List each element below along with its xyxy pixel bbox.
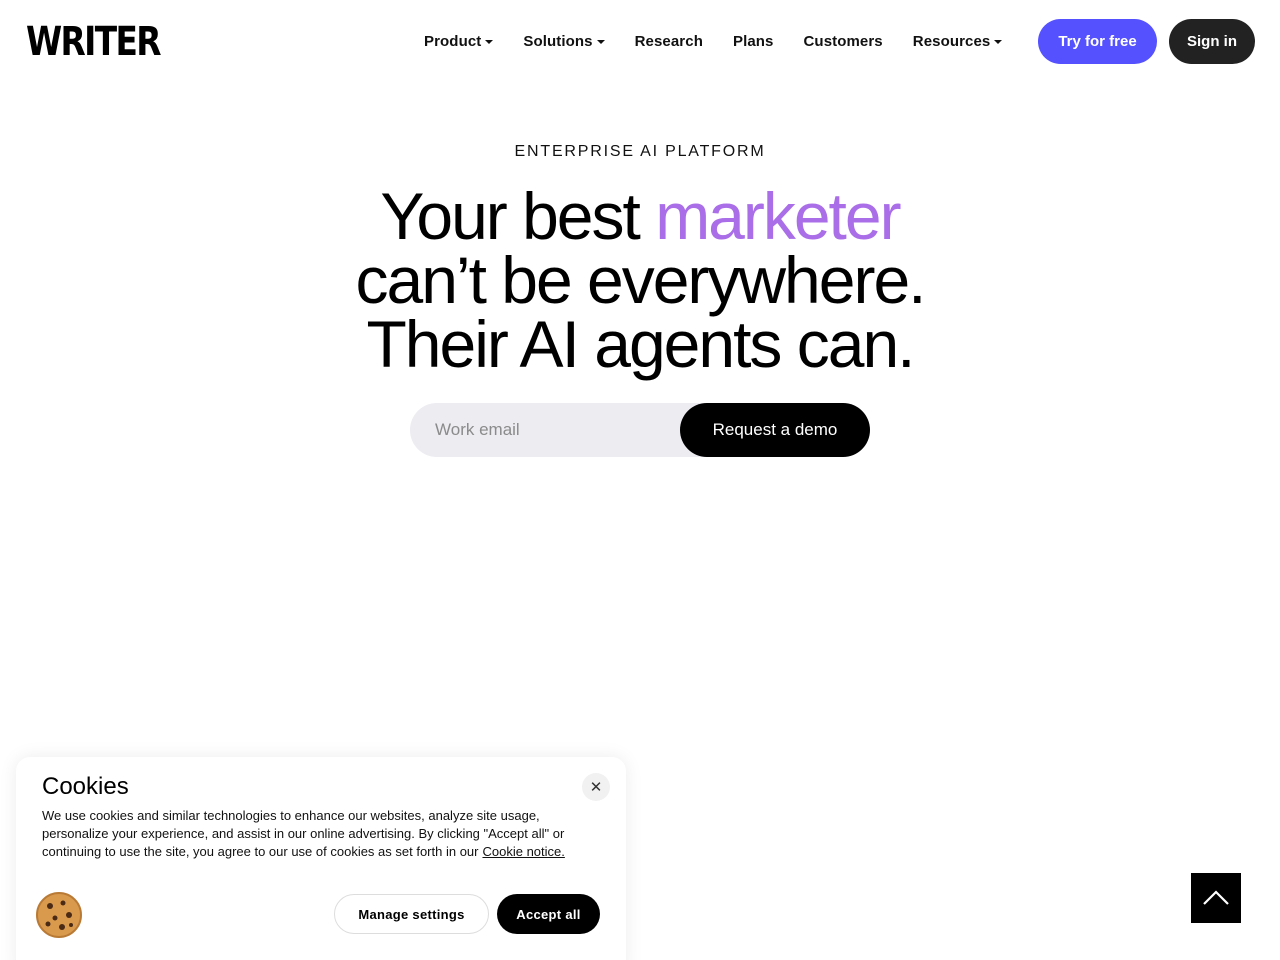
- manage-settings-button[interactable]: Manage settings: [334, 894, 489, 934]
- accept-all-button[interactable]: Accept all: [497, 894, 600, 934]
- main-nav: Product Solutions Research Plans Custome…: [424, 30, 1032, 52]
- nav-plans-label: Plans: [732, 32, 774, 50]
- headline-line1: Your best marketer: [380, 179, 901, 253]
- hero-headline: Your best marketer can’t be everywhere. …: [0, 183, 1280, 377]
- close-icon[interactable]: ✕: [582, 773, 610, 801]
- headline-line3: Their AI agents can.: [366, 307, 915, 381]
- cookie-banner: Cookies ✕ We use cookies and similar tec…: [16, 757, 626, 960]
- caret-down-icon: [596, 40, 605, 44]
- demo-request-form: Request a demo: [410, 403, 870, 457]
- headline-accent-word: marketer: [655, 179, 901, 253]
- nav-customers-label: Customers: [803, 32, 883, 50]
- sign-in-button[interactable]: Sign in: [1169, 19, 1255, 64]
- cookie-body: We use cookies and similar technologies …: [42, 807, 572, 861]
- cookie-title: Cookies: [42, 773, 129, 800]
- hero-eyebrow: ENTERPRISE AI PLATFORM: [514, 143, 766, 160]
- cookie-notice-link[interactable]: Cookie notice.: [482, 844, 564, 859]
- cookie-icon: [36, 892, 82, 938]
- nav-research[interactable]: Research: [635, 30, 703, 52]
- nav-solutions[interactable]: Solutions: [523, 30, 605, 52]
- nav-resources-label: Resources: [912, 32, 991, 50]
- caret-down-icon: [485, 40, 494, 44]
- scroll-to-top-button[interactable]: [1191, 873, 1241, 923]
- nav-product[interactable]: Product: [424, 30, 494, 52]
- nav-resources[interactable]: Resources: [913, 30, 1003, 52]
- nav-product-label: Product: [424, 32, 482, 50]
- nav-research-label: Research: [634, 32, 703, 50]
- headline-line2: can’t be everywhere.: [355, 243, 927, 317]
- chevron-up-icon: [1203, 890, 1229, 905]
- work-email-input[interactable]: [410, 403, 710, 457]
- headline-line1-prefix: Your best: [380, 179, 656, 253]
- nav-customers[interactable]: Customers: [804, 30, 883, 52]
- site-header: WRITER Product Solutions Research Plans …: [0, 0, 1280, 84]
- request-demo-button[interactable]: Request a demo: [680, 403, 870, 457]
- nav-plans[interactable]: Plans: [733, 30, 774, 52]
- caret-down-icon: [994, 40, 1003, 44]
- writer-logo[interactable]: WRITER: [26, 22, 161, 62]
- try-for-free-button[interactable]: Try for free: [1038, 19, 1157, 64]
- nav-solutions-label: Solutions: [523, 32, 593, 50]
